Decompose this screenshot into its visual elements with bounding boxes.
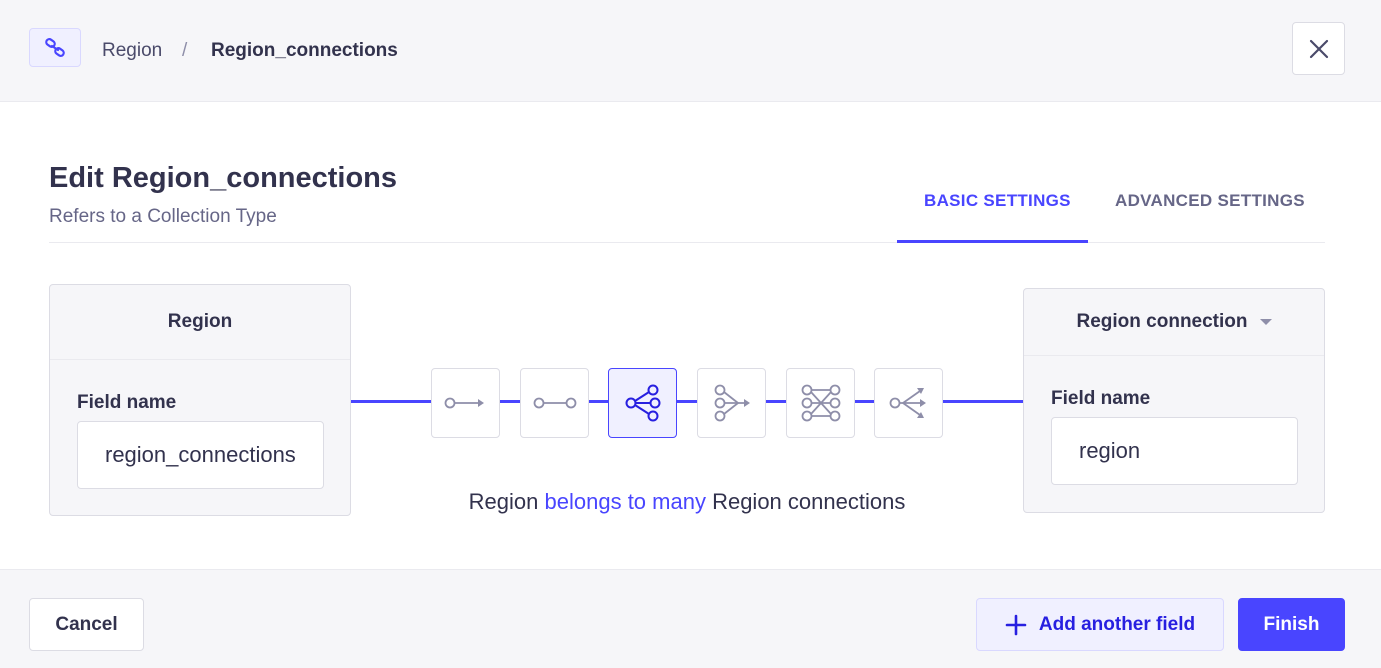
target-entity-name: Region connection xyxy=(1076,311,1248,332)
many-to-many-icon xyxy=(801,384,840,422)
right-field-label: Field name xyxy=(1051,388,1151,409)
modal-footer: Cancel Add another field Finish xyxy=(0,569,1381,668)
breadcrumb-parent: Region xyxy=(102,40,163,61)
breadcrumb-current: Region_connections xyxy=(211,40,398,61)
add-another-field-button[interactable]: Add another field xyxy=(976,598,1224,651)
one-to-one-icon xyxy=(533,397,576,409)
page-title: Edit Region_connections xyxy=(49,162,398,194)
relation-one-to-one-button[interactable] xyxy=(520,368,589,438)
tab-basic-settings[interactable]: BASIC SETTINGS xyxy=(924,190,1071,212)
relation-object: Region connections xyxy=(712,489,906,514)
one-to-many-icon xyxy=(625,384,660,422)
modal-header: Region / Region_connections xyxy=(0,0,1381,102)
cancel-button[interactable]: Cancel xyxy=(29,598,144,651)
relation-one-to-many-button[interactable] xyxy=(608,368,677,438)
tab-advanced-settings[interactable]: ADVANCED SETTINGS xyxy=(1115,190,1305,212)
active-tab-indicator xyxy=(897,240,1088,243)
relation-many-to-one-button[interactable] xyxy=(697,368,766,438)
one-way-icon xyxy=(444,397,484,409)
left-field-name-input[interactable]: region_connections xyxy=(77,421,324,489)
add-another-field-label: Add another field xyxy=(1038,613,1196,635)
right-entity-card: Region connection Field name region xyxy=(1023,288,1325,513)
many-way-icon xyxy=(889,388,926,418)
many-to-one-icon xyxy=(714,384,750,422)
relation-description: Region belongs to many Region connection… xyxy=(0,488,1374,516)
relation-many-way-button[interactable] xyxy=(874,368,943,438)
relation-one-way-button[interactable] xyxy=(431,368,500,438)
tabs-divider xyxy=(49,242,1325,243)
finish-button[interactable]: Finish xyxy=(1238,598,1345,651)
link-icon xyxy=(29,28,81,67)
close-icon xyxy=(1309,39,1328,58)
relation-many-to-many-button[interactable] xyxy=(786,368,855,438)
caret-down-icon xyxy=(1259,319,1272,325)
right-field-name-input[interactable]: region xyxy=(1051,417,1298,485)
close-button[interactable] xyxy=(1292,22,1345,75)
left-entity-card: Region Field name region_connections xyxy=(49,284,351,516)
relation-subject: Region xyxy=(468,489,539,514)
relation-verb: belongs to many xyxy=(544,489,706,514)
page-subtitle: Refers to a Collection Type xyxy=(49,206,277,227)
plus-icon xyxy=(1005,614,1027,636)
left-field-label: Field name xyxy=(77,392,177,413)
target-entity-select[interactable]: Region connection xyxy=(1024,289,1324,356)
breadcrumb-separator: / xyxy=(182,40,188,61)
left-entity-name: Region xyxy=(50,285,350,360)
